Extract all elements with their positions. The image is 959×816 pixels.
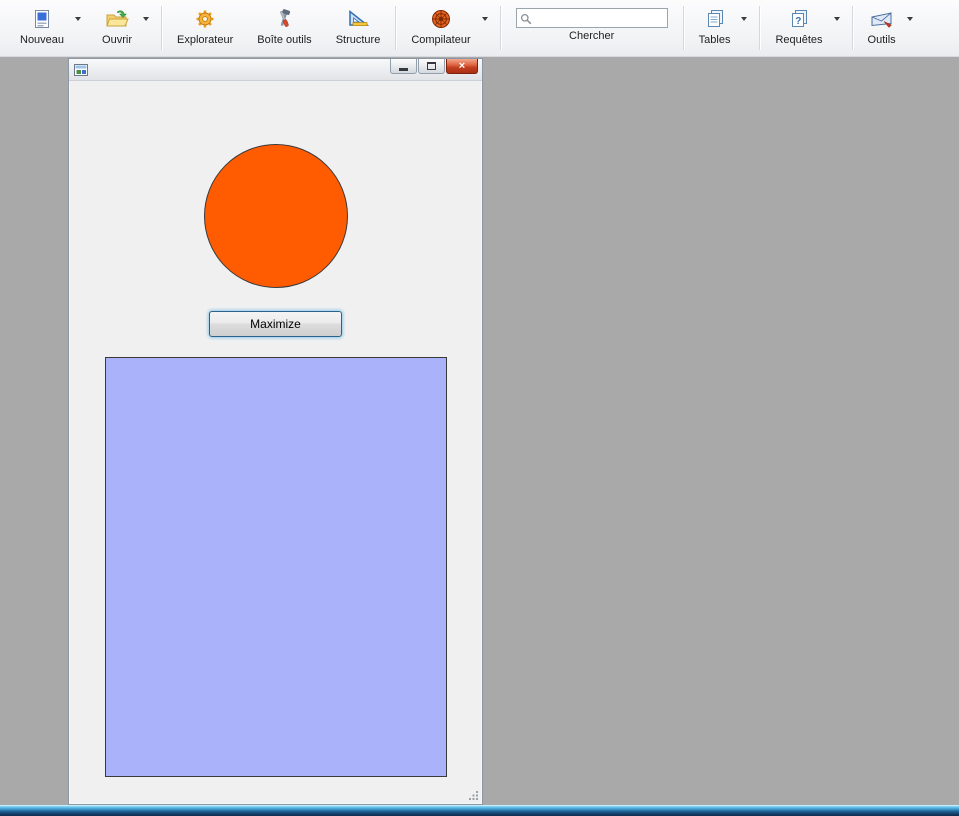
toolbar-item-label: Compilateur: [411, 34, 470, 46]
toolbar-item-label: Nouveau: [20, 34, 64, 46]
svg-text:?: ?: [795, 16, 801, 27]
toolbar-item-label: Boîte outils: [257, 34, 311, 46]
screen: Nouveau Ouvrir: [0, 0, 959, 816]
close-button[interactable]: ×: [446, 59, 478, 74]
close-icon: ×: [459, 60, 465, 72]
chevron-down-icon[interactable]: [75, 17, 81, 21]
tables-icon: [705, 5, 725, 32]
toolbar-item-boite-outils[interactable]: Boîte outils: [245, 2, 323, 56]
toolbar-item-label: Outils: [868, 34, 896, 46]
toolbar-item-label: Ouvrir: [102, 34, 132, 46]
toolbar-separator: [161, 6, 162, 50]
toolbar-separator: [500, 6, 501, 50]
window-titlebar[interactable]: ×: [69, 59, 482, 81]
open-folder-icon: [105, 5, 129, 32]
toolbar-separator: [759, 6, 760, 50]
chevron-down-icon[interactable]: [834, 17, 840, 21]
toolbox-icon: [274, 5, 294, 32]
toolbar-item-explorateur[interactable]: Explorateur: [165, 2, 245, 56]
gear-icon: [195, 5, 215, 32]
toolbar-item-requetes[interactable]: ? Requêtes: [763, 2, 848, 56]
chevron-down-icon[interactable]: [741, 17, 747, 21]
compiler-icon: [431, 5, 451, 32]
toolbar-item-outils[interactable]: Outils: [856, 2, 922, 56]
workspace: × Maximize: [0, 57, 959, 805]
toolbar-separator: [395, 6, 396, 50]
minimize-icon: [399, 68, 408, 71]
toolbar-search-group: Chercher: [504, 2, 680, 56]
toolbar-separator: [683, 6, 684, 50]
blue-rectangle-shape: [105, 357, 447, 777]
chevron-down-icon[interactable]: [143, 17, 149, 21]
search-box: [516, 8, 668, 28]
new-document-icon: [32, 5, 52, 32]
toolbar-item-structure[interactable]: Structure: [324, 2, 393, 56]
toolbar-item-label: Structure: [336, 34, 381, 46]
maximize-icon: [427, 62, 436, 70]
maximize-window-button[interactable]: [418, 59, 445, 74]
window-controls: ×: [390, 59, 482, 80]
child-window: × Maximize: [68, 58, 483, 805]
maximize-action-button[interactable]: Maximize: [209, 311, 342, 337]
toolbar-separator: [852, 6, 853, 50]
toolbar-item-tables[interactable]: Tables: [687, 2, 757, 56]
taskbar-edge: [0, 805, 959, 816]
window-icon: [74, 64, 88, 76]
minimize-button[interactable]: [390, 59, 417, 74]
resize-grip[interactable]: [468, 790, 479, 801]
window-content: Maximize: [69, 81, 482, 804]
toolbar-item-ouvrir[interactable]: Ouvrir: [90, 2, 158, 56]
toolbar: Nouveau Ouvrir: [0, 0, 959, 57]
chevron-down-icon[interactable]: [907, 17, 913, 21]
toolbar-item-nouveau[interactable]: Nouveau: [8, 2, 90, 56]
toolbar-item-label: Tables: [699, 34, 731, 46]
queries-icon: ?: [789, 5, 809, 32]
toolbar-item-label: Chercher: [569, 30, 614, 42]
search-input[interactable]: [516, 8, 668, 28]
tools-icon: [870, 5, 894, 32]
toolbar-item-compilateur[interactable]: Compilateur: [399, 2, 496, 56]
structure-icon: [346, 5, 370, 32]
orange-circle-shape: [204, 144, 348, 288]
toolbar-item-label: Explorateur: [177, 34, 233, 46]
chevron-down-icon[interactable]: [482, 17, 488, 21]
toolbar-item-label: Requêtes: [775, 34, 822, 46]
